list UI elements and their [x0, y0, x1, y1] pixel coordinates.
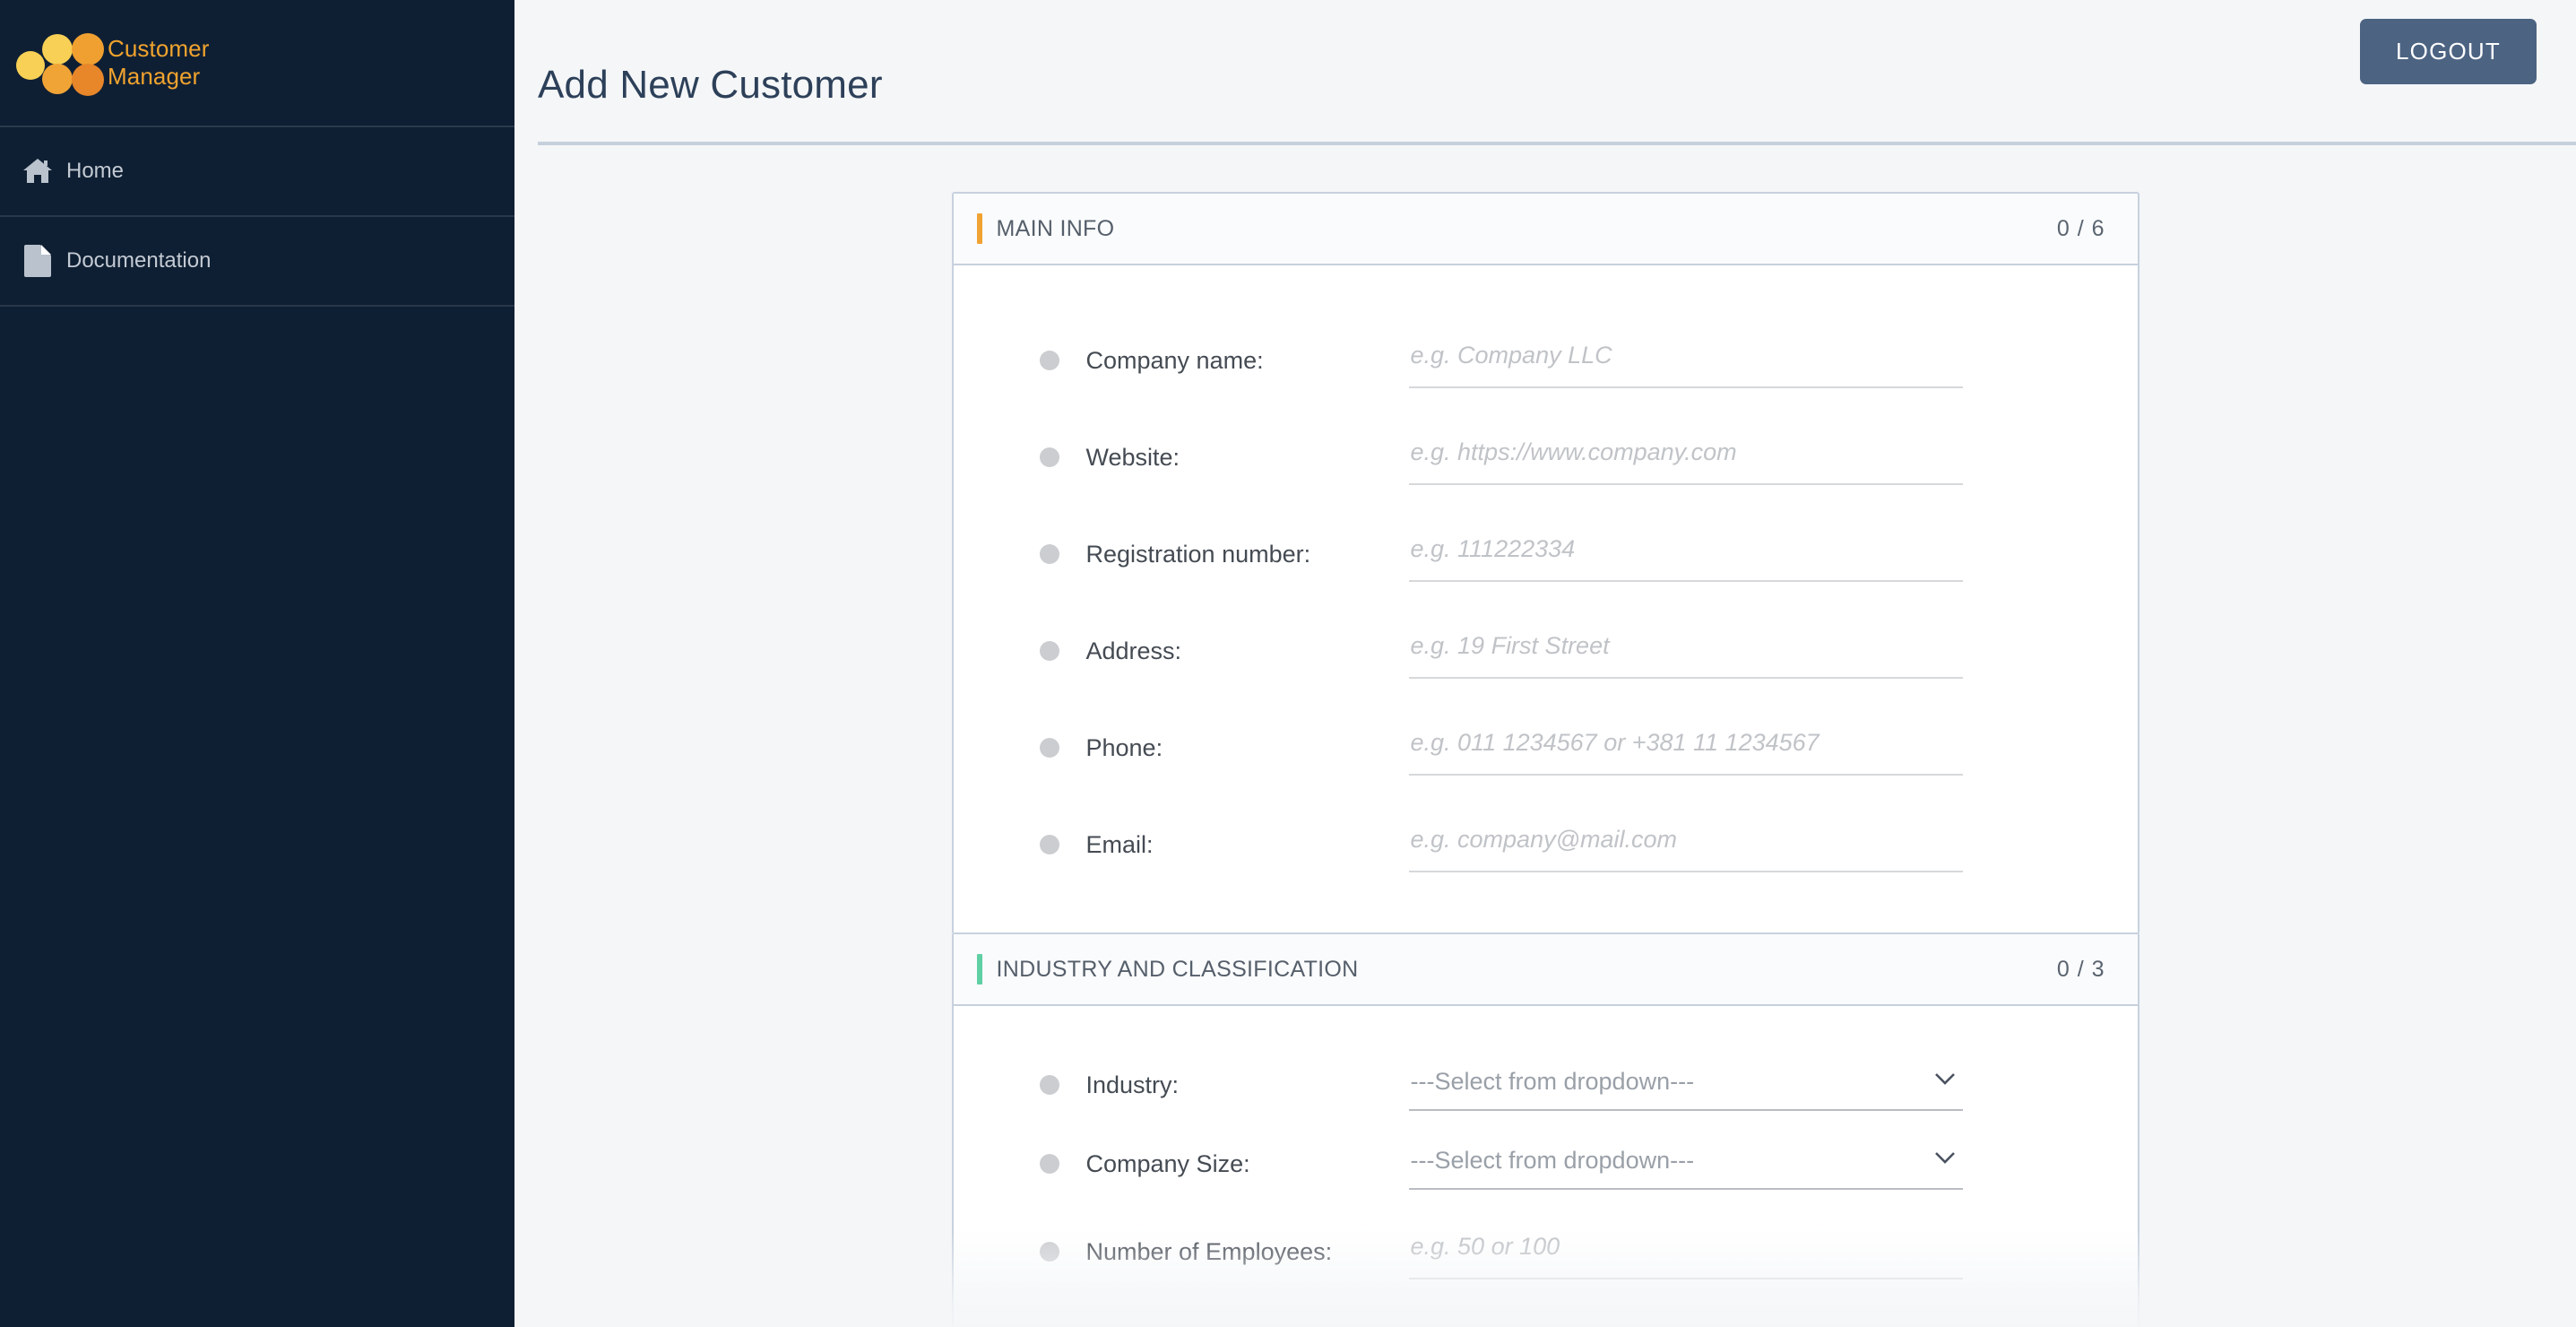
label-industry: Industry: [1086, 1071, 1409, 1099]
field-row-company-size: Company Size: ---Select from dropdown--- [954, 1124, 2138, 1203]
bullet-icon [1040, 1075, 1059, 1095]
bullet-icon [1040, 544, 1059, 564]
customer-manager-logo-icon [16, 31, 99, 94]
field-website [1409, 429, 1963, 485]
field-row-company-name: Company name: [954, 312, 2138, 409]
label-number-of-employees: Number of Employees: [1086, 1238, 1409, 1266]
sidebar-item-documentation-label: Documentation [66, 248, 211, 273]
section-main-info-header: MAIN INFO 0 / 6 [954, 194, 2138, 265]
field-row-industry: Industry: ---Select from dropdown--- [954, 1045, 2138, 1124]
field-email [1409, 817, 1963, 872]
sidebar-item-home[interactable]: Home [0, 127, 514, 217]
label-email: Email: [1086, 831, 1409, 859]
industry-select[interactable]: ---Select from dropdown--- [1409, 1059, 1963, 1111]
section-industry-title: INDUSTRY AND CLASSIFICATION [997, 957, 1359, 983]
section-main-info-counter: 0 / 6 [2057, 216, 2105, 242]
bullet-icon [1040, 1154, 1059, 1174]
header-divider [538, 142, 2576, 145]
label-company-name: Company name: [1086, 347, 1409, 375]
field-row-email: Email: [954, 796, 2138, 893]
brand-header[interactable]: Customer Manager [0, 0, 514, 127]
page-title: Add New Customer [538, 63, 883, 108]
section-accent-bar [977, 213, 982, 244]
section-main-info-title: MAIN INFO [997, 216, 1115, 242]
main-content: Add New Customer LOGOUT MAIN INFO 0 / 6 [514, 0, 2576, 1327]
brand-line-2: Manager [108, 63, 210, 91]
website-input[interactable] [1409, 429, 1963, 485]
email-input[interactable] [1409, 817, 1963, 872]
section-industry-header: INDUSTRY AND CLASSIFICATION 0 / 3 [954, 934, 2138, 1006]
bullet-icon [1040, 738, 1059, 758]
home-icon [20, 153, 56, 189]
section-industry-counter: 0 / 3 [2057, 957, 2105, 983]
section-accent-bar [977, 954, 982, 984]
field-phone [1409, 720, 1963, 776]
label-website: Website: [1086, 444, 1409, 472]
field-registration-number [1409, 526, 1963, 582]
form-scroll-area[interactable]: MAIN INFO 0 / 6 Company name: [514, 147, 2576, 1327]
logout-button[interactable]: LOGOUT [2360, 19, 2537, 84]
section-main-info-body: Company name: Website: [954, 265, 2138, 932]
section-industry-body: Industry: ---Select from dropdown--- [954, 1006, 2138, 1327]
document-icon [20, 243, 56, 279]
bullet-icon [1040, 447, 1059, 467]
label-registration-number: Registration number: [1086, 541, 1409, 568]
section-main-info: MAIN INFO 0 / 6 Company name: [952, 192, 2139, 934]
field-row-website: Website: [954, 409, 2138, 506]
section-industry-classification: INDUSTRY AND CLASSIFICATION 0 / 3 Indust… [952, 932, 2139, 1327]
brand-line-1: Customer [108, 35, 210, 63]
company-name-input[interactable] [1409, 333, 1963, 388]
topbar: Add New Customer LOGOUT [514, 0, 2576, 143]
bullet-icon [1040, 351, 1059, 370]
number-of-employees-input[interactable] [1409, 1224, 1963, 1279]
sidebar-item-home-label: Home [66, 159, 124, 184]
logo-dot-left [16, 51, 45, 80]
brand-text: Customer Manager [108, 35, 210, 90]
field-industry: ---Select from dropdown--- [1409, 1059, 1963, 1111]
sidebar-item-documentation[interactable]: Documentation [0, 217, 514, 307]
field-row-registration-number: Registration number: [954, 506, 2138, 603]
label-company-size: Company Size: [1086, 1150, 1409, 1178]
field-company-name [1409, 333, 1963, 388]
bullet-icon [1040, 641, 1059, 661]
field-company-size: ---Select from dropdown--- [1409, 1138, 1963, 1190]
field-row-phone: Phone: [954, 699, 2138, 796]
phone-input[interactable] [1409, 720, 1963, 776]
customer-form: MAIN INFO 0 / 6 Company name: [952, 192, 2139, 1327]
logo-dot-top-middle [42, 34, 73, 65]
field-number-of-employees [1409, 1224, 1963, 1279]
field-row-number-of-employees: Number of Employees: [954, 1203, 2138, 1300]
registration-number-input[interactable] [1409, 526, 1963, 582]
field-row-address: Address: [954, 603, 2138, 699]
bullet-icon [1040, 1242, 1059, 1262]
label-phone: Phone: [1086, 734, 1409, 762]
field-address [1409, 623, 1963, 679]
address-input[interactable] [1409, 623, 1963, 679]
bullet-icon [1040, 835, 1059, 854]
company-size-select[interactable]: ---Select from dropdown--- [1409, 1138, 1963, 1190]
logo-dot-bottom-right [72, 64, 104, 96]
label-address: Address: [1086, 637, 1409, 665]
app-root: Customer Manager Home Documentation [0, 0, 2576, 1327]
logo-dot-bottom-middle [42, 64, 73, 94]
sidebar: Customer Manager Home Documentation [0, 0, 514, 1327]
logo-dot-top-right [72, 33, 104, 65]
